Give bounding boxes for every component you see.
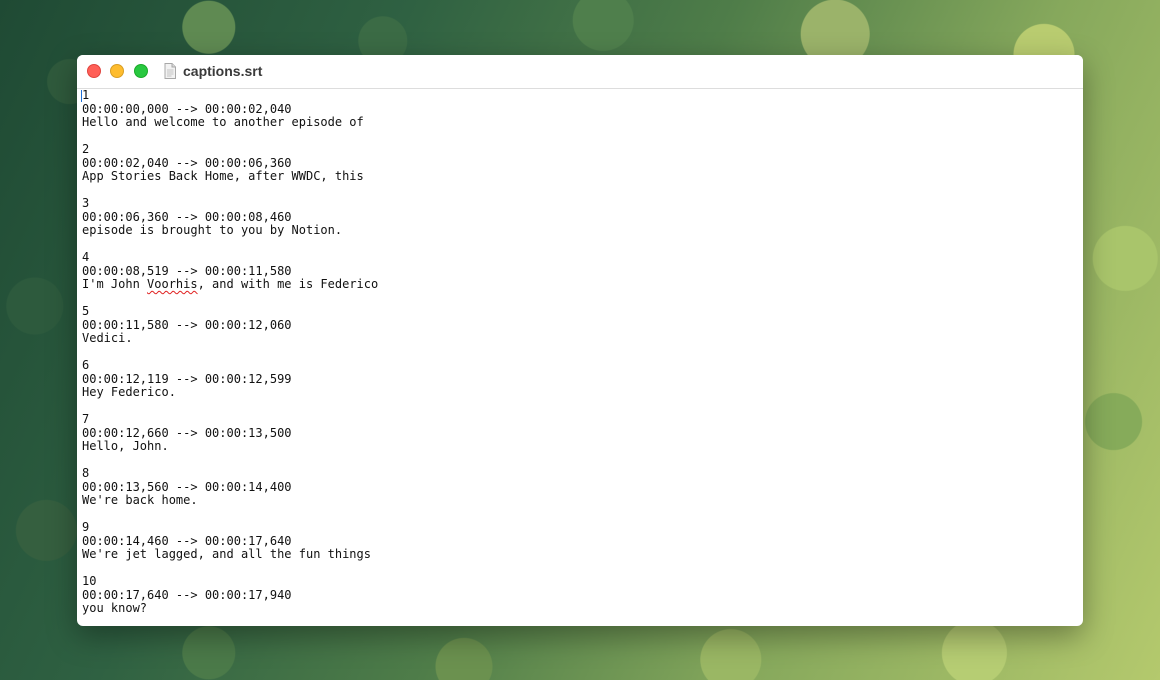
caption-line (82, 292, 1083, 306)
caption-line (82, 454, 1083, 468)
caption-line: 1 (82, 88, 90, 102)
caption-line: 00:00:12,119 --> 00:00:12,599 (82, 371, 292, 386)
caption-line (82, 238, 1083, 252)
caption-line: 5 (82, 304, 90, 318)
caption-line: 4 (82, 250, 90, 264)
caption-line: 00:00:13,560 --> 00:00:14,400 (82, 479, 292, 494)
caption-line: App Stories Back Home, after WWDC, this (82, 169, 364, 183)
text-editor-window: captions.srt 1 00:00:00,000 --> 00:00:02… (77, 55, 1083, 626)
caption-line: you know? (82, 601, 148, 615)
caption-line: 00:00:12,660 --> 00:00:13,500 (82, 425, 292, 440)
caption-line (82, 184, 1083, 198)
caption-line: Vedici. (82, 331, 133, 345)
caption-line: 2 (82, 142, 90, 156)
caption-line: Hello and welcome to another episode of (82, 115, 364, 129)
title-bar[interactable]: captions.srt (77, 55, 1083, 89)
caption-line: 00:00:00,000 --> 00:00:02,040 (82, 101, 292, 116)
zoom-button[interactable] (134, 64, 148, 78)
caption-line: 10 (82, 574, 97, 588)
caption-line: Hey Federico. (82, 385, 176, 399)
caption-line: 00:00:02,040 --> 00:00:06,360 (82, 155, 292, 170)
close-button[interactable] (87, 64, 101, 78)
caption-line: 3 (82, 196, 90, 210)
caption-line (82, 562, 1083, 576)
caption-line-misspelled: I'm John Voorhis, and with me is Federic… (82, 277, 379, 291)
misspelled-word[interactable]: Voorhis (147, 277, 198, 291)
caption-line: 00:00:11,580 --> 00:00:12,060 (82, 317, 292, 332)
caption-line: 9 (82, 520, 90, 534)
caption-line: 00:00:06,360 --> 00:00:08,460 (82, 209, 292, 224)
window-title: captions.srt (183, 63, 263, 79)
caption-line: 7 (82, 412, 90, 426)
caption-line: 00:00:14,460 --> 00:00:17,640 (82, 533, 292, 548)
text-editor-area[interactable]: 1 00:00:00,000 --> 00:00:02,040 Hello an… (77, 88, 1083, 626)
document-icon (164, 63, 176, 79)
caption-line (82, 508, 1083, 522)
caption-line: Hello, John. (82, 439, 169, 453)
caption-line: We're back home. (82, 493, 198, 507)
caption-line: episode is brought to you by Notion. (82, 223, 343, 237)
caption-line (82, 346, 1083, 360)
caption-line (82, 400, 1083, 414)
minimize-button[interactable] (110, 64, 124, 78)
caption-line: 00:00:08,519 --> 00:00:11,580 (82, 263, 292, 278)
caption-line: 6 (82, 358, 90, 372)
caption-line: 8 (82, 466, 90, 480)
caption-line: We're jet lagged, and all the fun things (82, 547, 371, 561)
caption-line (82, 130, 1083, 144)
caption-line: 00:00:17,640 --> 00:00:17,940 (82, 587, 292, 602)
text-cursor (81, 90, 82, 102)
